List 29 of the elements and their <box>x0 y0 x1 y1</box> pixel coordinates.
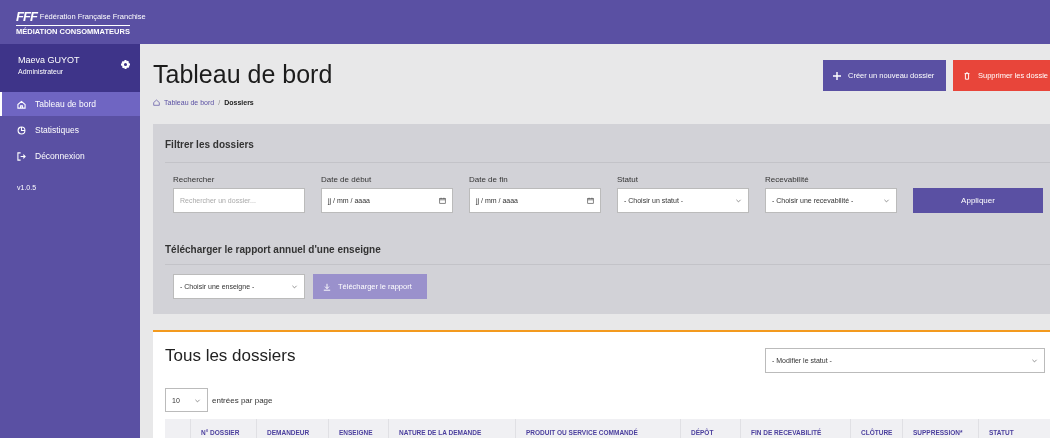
download-icon <box>323 282 331 291</box>
chevron-icon <box>735 197 742 204</box>
chevron-icon <box>883 197 890 204</box>
nav-item[interactable]: Statistiques <box>0 118 140 142</box>
chevron-icon <box>1031 357 1038 364</box>
logout-icon <box>17 151 26 161</box>
field-label: entrées par page <box>212 395 273 405</box>
nav-item[interactable]: Tableau de bord <box>0 92 140 116</box>
plus-icon <box>833 71 841 80</box>
user-name: Maeva GUYOT <box>18 55 80 65</box>
home-icon <box>17 99 26 109</box>
list-title: Tous les dossiers <box>165 346 296 367</box>
page-title: Tableau de bord <box>153 60 333 89</box>
calendar-icon <box>439 197 446 204</box>
panel-title: Filtrer les dossiers <box>165 124 1050 163</box>
field-label: Recevabilité <box>765 175 810 184</box>
calendar-icon <box>587 197 594 204</box>
home-icon <box>153 99 160 106</box>
nav-item[interactable]: Déconnexion <box>0 144 140 168</box>
section-title: Télécharger le rapport annuel d'une enseigne <box>165 244 1050 265</box>
trash-icon <box>963 71 971 80</box>
field-label: Date de fin <box>469 175 509 184</box>
chevron-icon <box>291 283 298 290</box>
field-label: Date de début <box>321 175 373 184</box>
pie-chart-icon <box>17 125 26 135</box>
field-label: Rechercher <box>173 175 216 184</box>
field-label: Statut <box>617 175 639 184</box>
apply-button[interactable]: Appliquer <box>913 188 1043 213</box>
settings-icon[interactable] <box>121 60 130 69</box>
